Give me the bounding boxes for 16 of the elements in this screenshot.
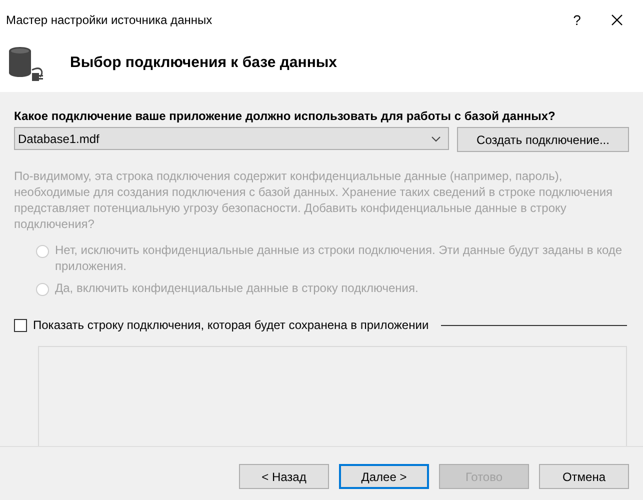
- close-icon[interactable]: [611, 14, 623, 26]
- checkbox[interactable]: [14, 318, 27, 332]
- wizard-button[interactable]: < Назад: [239, 464, 329, 489]
- connection-dropdown[interactable]: Database1.mdf: [14, 127, 449, 150]
- window-title: Мастер настройки источника данных: [6, 12, 214, 29]
- chevron-down-icon: [431, 136, 441, 142]
- radio-label: Нет, исключить конфиденциальные данные из строки подключения. Эти данные будут заданы в коде приложения.: [55, 242, 624, 274]
- page-heading: Выбор подключения к базе данных: [70, 52, 338, 73]
- help-button[interactable]: ?: [557, 10, 597, 30]
- security-warning: По-видимому, эта строка подключения содержит конфиденциальные данные (например, пароль), необходимые для создания подключения с базой данных. Хранение таких сведений в строке подключения представляет потенциальную угрозу безопасности. Добавить конфиденциальные данные в строку подключения?: [14, 168, 614, 232]
- wizard-button[interactable]: Отмена: [539, 464, 629, 489]
- radio-label: Да, включить конфиденциальные данные в строку подключения.: [55, 280, 418, 296]
- wizard-button[interactable]: Далее >: [339, 464, 429, 489]
- connection-label: Какое подключение ваше приложение должно использовать для работы с базой данных?: [14, 108, 556, 124]
- checkbox-label: Показать строку подключения, которая будет сохранена в приложении: [33, 317, 429, 334]
- new-connection-button[interactable]: Создать подключение...: [457, 127, 629, 152]
